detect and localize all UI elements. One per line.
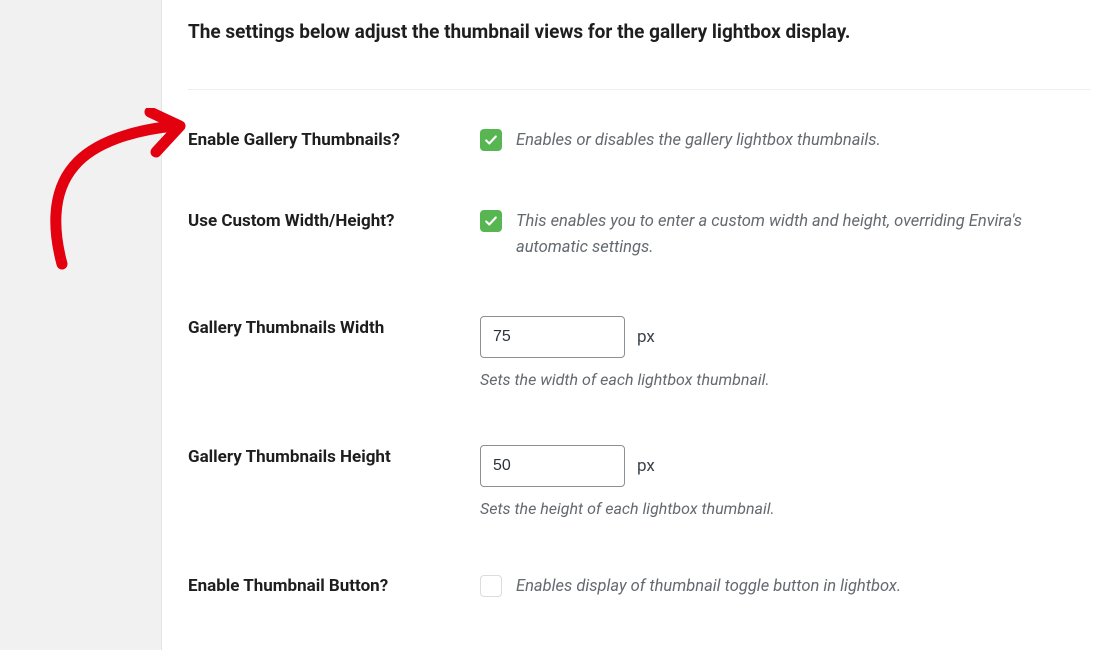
section-heading: The settings below adjust the thumbnail … <box>188 20 1090 45</box>
check-icon <box>484 214 498 228</box>
checkbox-custom-size[interactable] <box>480 210 502 232</box>
help-enable-thumbnail-button: Enables display of thumbnail toggle butt… <box>516 574 901 600</box>
unit-thumbnails-width: px <box>637 327 655 347</box>
input-thumbnails-height[interactable] <box>480 445 625 487</box>
sidebar <box>0 0 162 650</box>
settings-panel: The settings below adjust the thumbnail … <box>162 0 1116 650</box>
label-custom-size: Use Custom Width/Height? <box>188 209 480 231</box>
label-enable-gallery-thumbnails: Enable Gallery Thumbnails? <box>188 128 480 150</box>
help-thumbnails-height: Sets the height of each lightbox thumbna… <box>480 499 1090 518</box>
checkbox-enable-thumbnail-button[interactable] <box>480 575 502 597</box>
row-enable-gallery-thumbnails: Enable Gallery Thumbnails? Enables or di… <box>188 128 1090 154</box>
unit-thumbnails-height: px <box>637 456 655 476</box>
help-custom-size: This enables you to enter a custom width… <box>516 209 1090 260</box>
row-enable-thumbnail-button: Enable Thumbnail Button? Enables display… <box>188 574 1090 600</box>
input-thumbnails-width[interactable] <box>480 316 625 358</box>
row-custom-size: Use Custom Width/Height? This enables yo… <box>188 209 1090 260</box>
check-icon <box>484 133 498 147</box>
checkbox-enable-gallery-thumbnails[interactable] <box>480 129 502 151</box>
divider <box>188 89 1090 90</box>
label-thumbnails-width: Gallery Thumbnails Width <box>188 316 480 338</box>
label-enable-thumbnail-button: Enable Thumbnail Button? <box>188 574 480 596</box>
label-thumbnails-height: Gallery Thumbnails Height <box>188 445 480 467</box>
row-thumbnails-width: Gallery Thumbnails Width px Sets the wid… <box>188 316 1090 389</box>
help-thumbnails-width: Sets the width of each lightbox thumbnai… <box>480 370 1090 389</box>
row-thumbnails-height: Gallery Thumbnails Height px Sets the he… <box>188 445 1090 518</box>
help-enable-gallery-thumbnails: Enables or disables the gallery lightbox… <box>516 128 881 154</box>
